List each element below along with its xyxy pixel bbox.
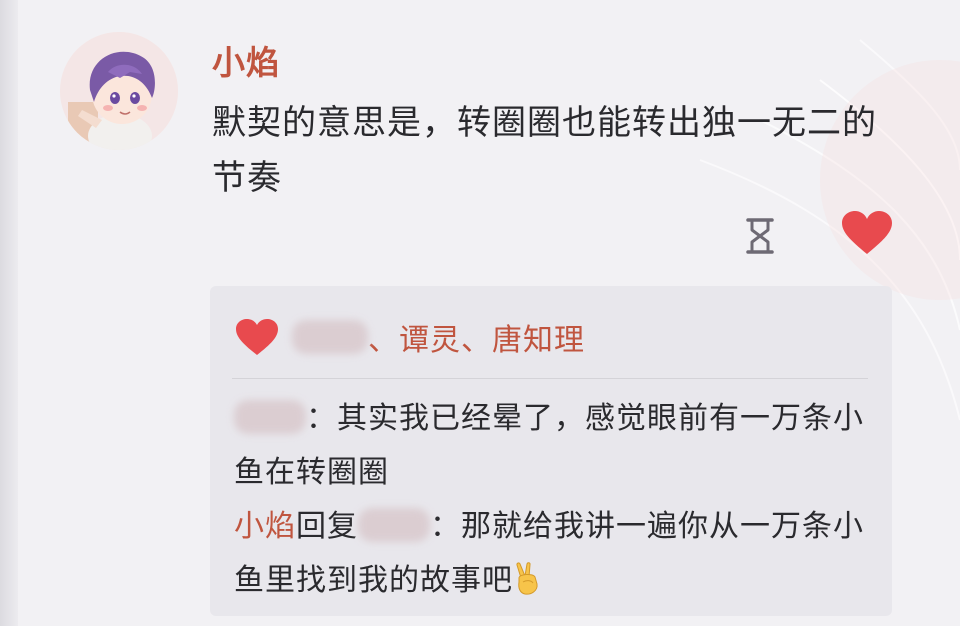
hourglass-icon[interactable] xyxy=(742,216,778,256)
reply-word: 回复 xyxy=(296,509,358,544)
comment-separator: ： xyxy=(306,401,337,436)
replier-name[interactable]: 小焰 xyxy=(234,509,296,544)
chibi-avatar-image xyxy=(60,32,178,150)
blurred-username xyxy=(234,400,306,434)
comment-separator: ： xyxy=(430,509,461,544)
heart-icon[interactable] xyxy=(840,210,894,256)
likes-names: 、谭灵、唐知理 xyxy=(368,323,585,358)
user-avatar[interactable] xyxy=(60,32,178,150)
post-author-name[interactable]: 小焰 xyxy=(212,36,280,84)
comment-item[interactable]: 小焰回复 ：那就给我讲一遍你从一万条小鱼里找到我的故事吧 xyxy=(234,500,874,608)
blurred-username xyxy=(358,508,430,542)
comment-item[interactable]: ：其实我已经晕了，感觉眼前有一万条小鱼在转圈圈 xyxy=(234,392,874,500)
likes-row: 、谭灵、唐知理 xyxy=(234,314,585,360)
post-content: 默契的意思是，转圈圈也能转出独一无二的节奏 xyxy=(212,103,877,198)
blurred-username xyxy=(292,320,368,354)
victory-hand-emoji xyxy=(516,562,538,595)
window-edge xyxy=(0,0,18,626)
heart-icon xyxy=(236,319,278,355)
interaction-panel: 、谭灵、唐知理 ：其实我已经晕了，感觉眼前有一万条小鱼在转圈圈 小焰回复 ：那就给… xyxy=(210,286,892,616)
divider xyxy=(232,378,868,379)
